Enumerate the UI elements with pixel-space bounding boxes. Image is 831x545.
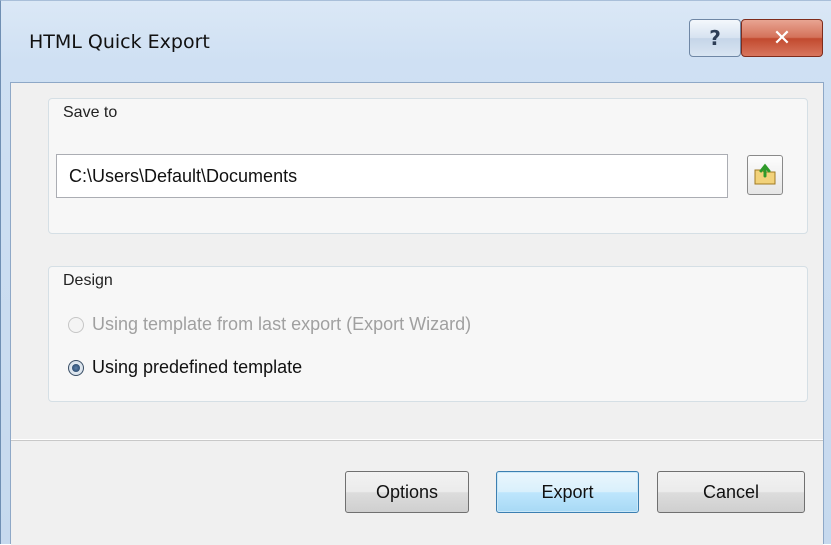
close-icon: ✕ [772, 25, 792, 51]
title-bar[interactable]: HTML Quick Export ? ✕ [1, 1, 831, 81]
save-to-label: Save to [63, 104, 118, 121]
help-icon: ? [709, 26, 721, 50]
export-button[interactable]: Export [496, 471, 639, 513]
close-button[interactable]: ✕ [741, 19, 823, 57]
options-button[interactable]: Options [345, 471, 469, 513]
window-title: HTML Quick Export [29, 31, 210, 53]
radio-button-selected[interactable] [68, 359, 84, 376]
radio-label-predefined: Using predefined template [92, 357, 303, 377]
radio-label-last-export: Using template from last export (Export … [92, 314, 472, 334]
help-button[interactable]: ? [689, 19, 741, 57]
design-label: Design [63, 272, 113, 289]
cancel-button[interactable]: Cancel [657, 471, 805, 513]
folder-up-arrow-icon [754, 163, 776, 185]
radio-last-export-template[interactable]: Using template from last export (Export … [68, 314, 471, 335]
radio-predefined-template[interactable]: Using predefined template [68, 357, 302, 378]
radio-button-disabled[interactable] [68, 316, 84, 333]
browse-folder-button[interactable] [747, 155, 783, 195]
save-path-input[interactable] [56, 154, 728, 198]
